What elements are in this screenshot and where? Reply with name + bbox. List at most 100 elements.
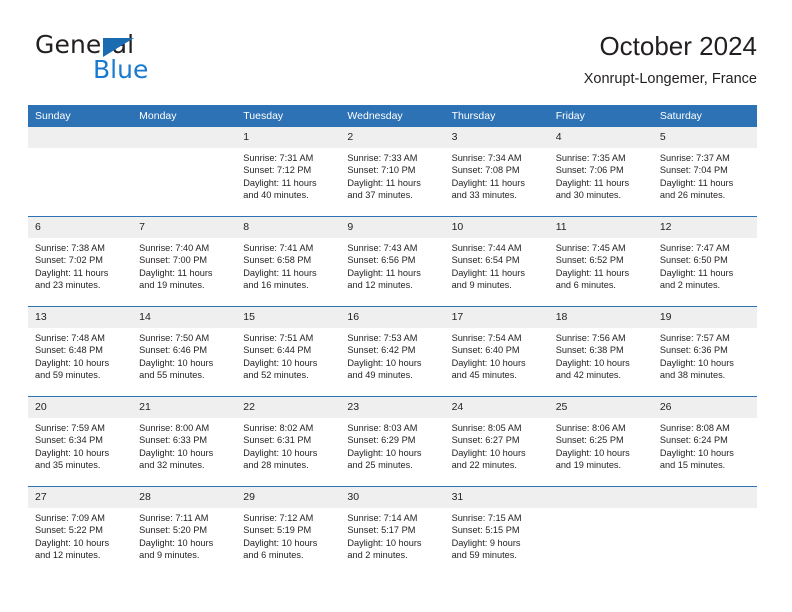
calendar-cell-day-2[interactable]: 2 Sunrise: 7:33 AM Sunset: 7:10 PM Daylight…: [340, 127, 445, 217]
calendar-cell-day-19[interactable]: 19 Sunrise: 7:57 AM Sunset: 6:36 PM Dayligh…: [652, 306, 757, 397]
weekday-header-monday: Monday: [132, 105, 237, 127]
daylight-text-line1: Daylight: 10 hours: [555, 357, 630, 368]
daylight-text-line1: Daylight: 10 hours: [555, 447, 630, 458]
cell-inner: 16 Sunrise: 7:53 AM Sunset: 6:42 PM Dayligh…: [340, 307, 445, 396]
calendar-cell-day-18[interactable]: 18 Sunrise: 7:56 AM Sunset: 6:38 PM Dayligh…: [548, 306, 653, 397]
day-details: Sunrise: 7:37 AM Sunset: 7:04 PM Daylight:…: [653, 148, 757, 202]
day-details: Sunrise: 7:48 AM Sunset: 6:48 PM Daylight:…: [28, 328, 132, 382]
sunrise-text: Sunrise: 7:12 AM: [243, 513, 314, 523]
calendar-cell-day-28[interactable]: 28 Sunrise: 7:11 AM Sunset: 5:20 PM Dayligh…: [132, 486, 237, 576]
day-number: 19: [652, 307, 757, 328]
day-number: 2: [340, 127, 445, 148]
calendar-cell-day-12[interactable]: 12 Sunrise: 7:47 AM Sunset: 6:50 PM Dayligh…: [652, 216, 757, 307]
calendar-cell-day-1[interactable]: 1 Sunrise: 7:31 AM Sunset: 7:12 PM Daylight…: [236, 127, 341, 217]
calendar-cell-day-7[interactable]: 7 Sunrise: 7:40 AM Sunset: 7:00 PM Daylight…: [132, 216, 237, 307]
sunset-text: Sunset: 7:06 PM: [555, 165, 624, 176]
calendar-cell-day-23[interactable]: 23 Sunrise: 8:03 AM Sunset: 6:29 PM Dayligh…: [340, 396, 445, 487]
calendar-cell-day-10[interactable]: 10 Sunrise: 7:44 AM Sunset: 6:54 PM Dayligh…: [444, 216, 549, 307]
calendar-cell-day-3[interactable]: 3 Sunrise: 7:34 AM Sunset: 7:08 PM Daylight…: [444, 127, 549, 217]
daylight-text-line2: and 2 minutes.: [659, 280, 721, 291]
day-number: [28, 127, 133, 148]
calendar-cell-day-20[interactable]: 20 Sunrise: 7:59 AM Sunset: 6:34 PM Dayligh…: [28, 396, 133, 487]
sunrise-text: Sunrise: 8:03 AM: [347, 423, 418, 433]
daylight-text-line1: Daylight: 10 hours: [659, 357, 734, 368]
calendar-cell-day-25[interactable]: 25 Sunrise: 8:06 AM Sunset: 6:25 PM Dayligh…: [548, 396, 653, 487]
calendar-cell-day-4[interactable]: 4 Sunrise: 7:35 AM Sunset: 7:06 PM Daylight…: [548, 127, 653, 217]
calendar-cell-day-21[interactable]: 21 Sunrise: 8:00 AM Sunset: 6:33 PM Dayligh…: [132, 396, 237, 487]
sunrise-text: Sunrise: 7:51 AM: [243, 333, 314, 343]
daylight-text-line2: and 12 minutes.: [35, 550, 101, 561]
daylight-text-line2: and 26 minutes.: [659, 190, 726, 201]
page-header: General Blue October 2024 Xonrupt-Longem…: [35, 30, 757, 94]
daylight-text-line2: and 42 minutes.: [555, 370, 622, 381]
calendar-cell-day-14[interactable]: 14 Sunrise: 7:50 AM Sunset: 6:46 PM Dayligh…: [132, 306, 237, 397]
sunset-text: Sunset: 7:08 PM: [451, 165, 520, 176]
day-number: 26: [652, 397, 757, 418]
sunrise-text: Sunrise: 7:47 AM: [659, 243, 730, 253]
calendar-cell-day-9[interactable]: 9 Sunrise: 7:43 AM Sunset: 6:56 PM Daylight…: [340, 216, 445, 307]
daylight-text-line1: Daylight: 11 hours: [451, 267, 525, 278]
day-details: Sunrise: 7:33 AM Sunset: 7:10 PM Daylight:…: [340, 148, 444, 202]
calendar-cell-empty: [652, 486, 757, 576]
sunset-text: Sunset: 5:20 PM: [139, 525, 208, 536]
day-number: [548, 487, 653, 508]
daylight-text-line1: Daylight: 10 hours: [347, 537, 422, 548]
day-details: Sunrise: 7:43 AM Sunset: 6:56 PM Daylight:…: [340, 238, 444, 292]
calendar-cell-day-13[interactable]: 13 Sunrise: 7:48 AM Sunset: 6:48 PM Dayligh…: [28, 306, 133, 397]
cell-inner: 18 Sunrise: 7:56 AM Sunset: 6:38 PM Dayligh…: [548, 307, 653, 396]
daylight-text-line2: and 52 minutes.: [243, 370, 309, 381]
daylight-text-line1: Daylight: 11 hours: [555, 267, 630, 278]
calendar-cell-day-11[interactable]: 11 Sunrise: 7:45 AM Sunset: 6:52 PM Dayligh…: [548, 216, 653, 307]
cell-inner: 2 Sunrise: 7:33 AM Sunset: 7:10 PM Daylight…: [340, 127, 445, 216]
calendar-cell-day-31[interactable]: 31 Sunrise: 7:15 AM Sunset: 5:15 PM Dayligh…: [444, 486, 549, 576]
day-number: 24: [444, 397, 549, 418]
daylight-text-line2: and 12 minutes.: [347, 280, 413, 291]
daylight-text-line1: Daylight: 11 hours: [35, 267, 109, 278]
sunrise-text: Sunrise: 7:33 AM: [347, 153, 418, 163]
day-number: 7: [132, 217, 237, 238]
calendar-cell-day-29[interactable]: 29 Sunrise: 7:12 AM Sunset: 5:19 PM Dayligh…: [236, 486, 341, 576]
daylight-text-line2: and 33 minutes.: [451, 190, 517, 201]
daylight-text-line2: and 2 minutes.: [347, 550, 408, 561]
day-number: 15: [236, 307, 341, 328]
sunrise-text: Sunrise: 7:57 AM: [659, 333, 730, 343]
sunset-text: Sunset: 6:42 PM: [347, 345, 416, 356]
cell-inner: [28, 127, 133, 216]
calendar-cell-day-22[interactable]: 22 Sunrise: 8:02 AM Sunset: 6:31 PM Dayligh…: [236, 396, 341, 487]
sunset-text: Sunset: 5:17 PM: [347, 525, 416, 536]
day-details: Sunrise: 7:45 AM Sunset: 6:52 PM Daylight:…: [549, 238, 653, 292]
day-details: Sunrise: 7:34 AM Sunset: 7:08 PM Daylight:…: [445, 148, 549, 202]
day-number: 21: [132, 397, 237, 418]
calendar-cell-day-30[interactable]: 30 Sunrise: 7:14 AM Sunset: 5:17 PM Dayligh…: [340, 486, 445, 576]
day-number: 6: [28, 217, 133, 238]
sunrise-text: Sunrise: 7:56 AM: [555, 333, 626, 343]
daylight-text-line1: Daylight: 11 hours: [347, 177, 421, 188]
calendar-cell-day-27[interactable]: 27 Sunrise: 7:09 AM Sunset: 5:22 PM Dayligh…: [28, 486, 133, 576]
sunset-text: Sunset: 6:54 PM: [451, 255, 520, 266]
sunset-text: Sunset: 6:52 PM: [555, 255, 624, 266]
sunset-text: Sunset: 5:19 PM: [243, 525, 312, 536]
weekday-header-thursday: Thursday: [444, 105, 549, 127]
cell-inner: 13 Sunrise: 7:48 AM Sunset: 6:48 PM Dayligh…: [28, 307, 133, 396]
cell-inner: 26 Sunrise: 8:08 AM Sunset: 6:24 PM Dayligh…: [652, 397, 757, 486]
calendar-cell-day-24[interactable]: 24 Sunrise: 8:05 AM Sunset: 6:27 PM Dayligh…: [444, 396, 549, 487]
daylight-text-line1: Daylight: 10 hours: [347, 357, 422, 368]
sunset-text: Sunset: 6:36 PM: [659, 345, 728, 356]
day-details: Sunrise: 7:41 AM Sunset: 6:58 PM Daylight:…: [236, 238, 340, 292]
day-details: Sunrise: 7:11 AM Sunset: 5:20 PM Daylight:…: [132, 508, 236, 562]
calendar-cell-day-15[interactable]: 15 Sunrise: 7:51 AM Sunset: 6:44 PM Dayligh…: [236, 306, 341, 397]
calendar-cell-day-6[interactable]: 6 Sunrise: 7:38 AM Sunset: 7:02 PM Daylight…: [28, 216, 133, 307]
calendar-cell-day-16[interactable]: 16 Sunrise: 7:53 AM Sunset: 6:42 PM Dayligh…: [340, 306, 445, 397]
daylight-text-line2: and 30 minutes.: [555, 190, 622, 201]
cell-inner: 29 Sunrise: 7:12 AM Sunset: 5:19 PM Dayligh…: [236, 487, 341, 576]
sunset-text: Sunset: 6:33 PM: [139, 435, 208, 446]
sunset-text: Sunset: 6:24 PM: [659, 435, 728, 446]
sunset-text: Sunset: 6:56 PM: [347, 255, 416, 266]
calendar-cell-day-26[interactable]: 26 Sunrise: 8:08 AM Sunset: 6:24 PM Dayligh…: [652, 396, 757, 487]
calendar-cell-day-17[interactable]: 17 Sunrise: 7:54 AM Sunset: 6:40 PM Dayligh…: [444, 306, 549, 397]
day-number: 8: [236, 217, 341, 238]
general-blue-logo[interactable]: General Blue: [35, 30, 265, 88]
calendar-cell-day-5[interactable]: 5 Sunrise: 7:37 AM Sunset: 7:04 PM Daylight…: [652, 127, 757, 217]
calendar-cell-day-8[interactable]: 8 Sunrise: 7:41 AM Sunset: 6:58 PM Daylight…: [236, 216, 341, 307]
daylight-text-line2: and 35 minutes.: [35, 460, 101, 471]
